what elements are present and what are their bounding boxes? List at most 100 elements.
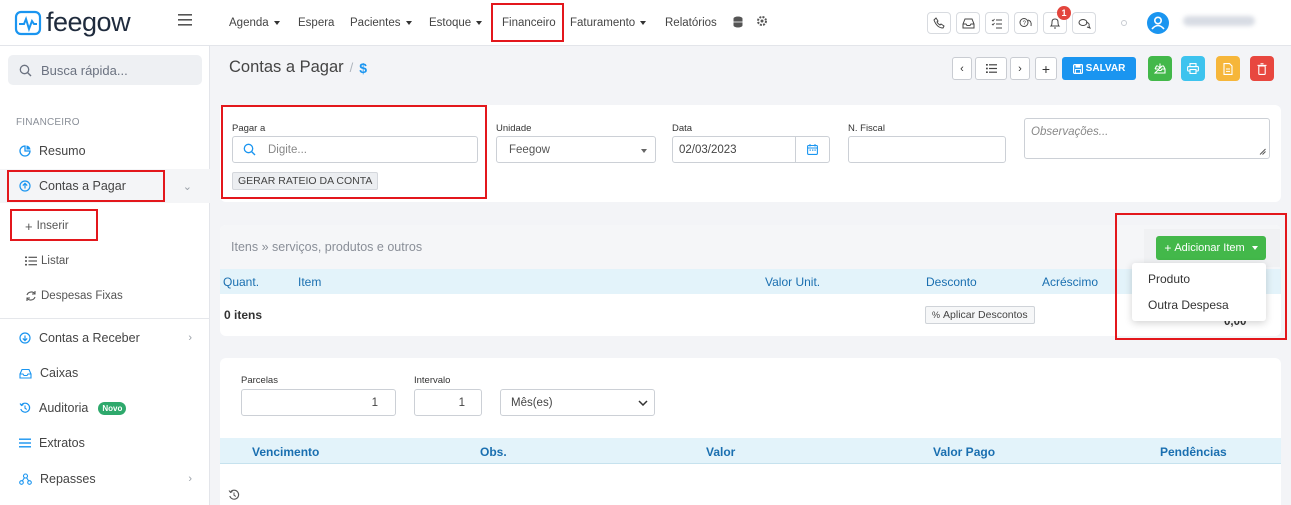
nav-agenda[interactable]: Agenda (229, 14, 280, 32)
data-input[interactable]: 02/03/2023 (672, 136, 830, 163)
user-name-blurred[interactable] (1183, 16, 1255, 26)
sidebar-subitem-label: Listar (41, 255, 70, 267)
column-header: Vencimento (252, 445, 320, 459)
sidebar-item-auditoria[interactable]: Auditoria Novo (0, 391, 210, 425)
highlight-box (10, 209, 98, 241)
sidebar-item-label: Resumo (39, 144, 86, 158)
download-button[interactable] (1148, 56, 1172, 81)
caret-down-icon (476, 21, 483, 25)
divider (0, 318, 210, 319)
quick-search[interactable]: Busca rápida... (8, 55, 202, 85)
inbox-icon[interactable] (956, 12, 980, 34)
task-list-icon[interactable] (985, 12, 1009, 34)
apply-discounts-button[interactable]: % Aplicar Descontos (925, 306, 1035, 324)
calendar-icon (807, 144, 818, 155)
help-icon[interactable]: ? (1014, 12, 1038, 34)
highlight-box (491, 3, 564, 42)
menu-toggle-icon[interactable] (178, 14, 192, 26)
nav-pacientes[interactable]: Pacientes (350, 14, 412, 32)
intervalo-input[interactable]: 1 (414, 389, 482, 416)
avatar[interactable] (1147, 12, 1169, 34)
nav-faturamento[interactable]: Faturamento (570, 14, 647, 32)
data-label: Data (672, 123, 693, 134)
heart-pulse-icon (14, 10, 42, 36)
nav-espera[interactable]: Espera (298, 14, 334, 32)
printer-icon (1187, 63, 1199, 74)
percent-icon: % (932, 310, 941, 320)
unidade-select[interactable]: Feegow (496, 136, 656, 163)
column-header: Pendências (1160, 445, 1227, 459)
observacoes-placeholder: Observações... (1031, 126, 1109, 138)
observacoes-textarea[interactable]: Observações... (1024, 118, 1270, 159)
caret-down-icon (641, 149, 647, 153)
column-header: Obs. (480, 445, 507, 459)
column-header: Valor Pago (933, 445, 996, 459)
chat-icon[interactable] (1072, 12, 1096, 34)
sidebar-item-caixas[interactable]: Caixas (0, 356, 210, 390)
highlight-box (1115, 213, 1287, 340)
chevron-down-icon: ⌄ (182, 180, 192, 193)
next-button[interactable]: › (1010, 57, 1030, 80)
status-dot-icon (1121, 20, 1127, 26)
nav-relatorios[interactable]: Relatórios (665, 14, 717, 32)
apply-discounts-label: Aplicar Descontos (943, 309, 1028, 321)
print-button[interactable] (1181, 56, 1205, 81)
delete-button[interactable] (1250, 56, 1274, 81)
items-section-title: Itens » serviços, produtos e outros (231, 240, 423, 254)
period-select[interactable]: Mês(es) (500, 389, 655, 416)
sidebar-subitem-label: Despesas Fixas (41, 290, 123, 302)
new-badge: Novo (98, 401, 127, 415)
nav-label: Espera (298, 17, 335, 29)
save-button[interactable]: SALVAR (1062, 57, 1136, 80)
list-icon (25, 256, 37, 266)
dollar-icon: $ (359, 59, 368, 76)
previous-button[interactable]: ‹ (952, 57, 972, 80)
sidebar-item-extratos[interactable]: Extratos (0, 426, 210, 460)
data-value: 02/03/2023 (679, 143, 737, 156)
chevron-down-icon (638, 400, 648, 406)
notification-badge: 1 (1057, 6, 1071, 20)
chevron-right-icon: › (188, 332, 192, 344)
list-icon (985, 64, 997, 73)
parcelas-label: Parcelas (241, 375, 278, 386)
sidebar-subitem-despesas-fixas[interactable]: Despesas Fixas (0, 281, 210, 311)
sidebar-item-contas-a-receber[interactable]: Contas a Receber › (0, 321, 210, 355)
breadcrumb-separator: / (349, 60, 354, 75)
column-header: Acréscimo (1042, 275, 1099, 289)
inbox-download-icon (1154, 63, 1166, 74)
nfiscal-label: N. Fiscal (848, 123, 885, 134)
nav-label: Pacientes (350, 17, 401, 29)
file-icon (1223, 62, 1233, 75)
column-header: Quant. (223, 275, 260, 289)
sidebar-item-label: Auditoria (39, 401, 89, 415)
nfiscal-input[interactable] (848, 136, 1006, 163)
resize-handle-icon[interactable] (1259, 148, 1266, 155)
sidebar-item-resumo[interactable]: Resumo (0, 134, 210, 168)
column-header: Valor (706, 445, 736, 459)
list-view-button[interactable] (975, 57, 1007, 80)
caret-down-icon (273, 21, 280, 25)
add-button[interactable]: + (1035, 57, 1057, 80)
arrow-down-circle-icon (19, 332, 31, 344)
list-icon (19, 438, 31, 448)
highlight-box (221, 105, 487, 199)
feegow-logo[interactable]: feegow (14, 7, 131, 38)
database-icon[interactable] (733, 16, 743, 28)
page-title-text: Contas a Pagar (229, 58, 344, 76)
nav-estoque[interactable]: Estoque (429, 14, 483, 32)
settings-icon[interactable] (756, 15, 768, 27)
column-header: Item (298, 275, 322, 289)
chevron-left-icon: ‹ (960, 62, 964, 75)
sidebar-item-label: Contas a Receber (39, 331, 140, 345)
sidebar-item-label: Extratos (39, 436, 85, 450)
sidebar-item-repasses[interactable]: Repasses › (0, 462, 210, 496)
phone-icon[interactable] (927, 12, 951, 34)
sidebar-subitem-listar[interactable]: Listar (0, 246, 210, 276)
nav-label: Agenda (229, 17, 269, 29)
chevron-right-icon: › (188, 473, 192, 485)
nav-label: Estoque (429, 17, 472, 29)
parcelas-input[interactable]: 1 (241, 389, 396, 416)
calendar-button[interactable] (795, 137, 829, 162)
history-icon[interactable] (228, 489, 240, 501)
document-button[interactable] (1216, 56, 1240, 81)
